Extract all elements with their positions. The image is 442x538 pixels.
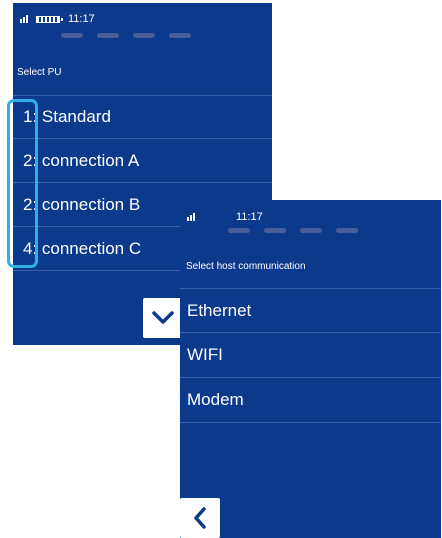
list-item-label: 2: connection B — [23, 194, 141, 214]
list-item-modem[interactable]: Modem — [180, 378, 441, 423]
back-button[interactable] — [180, 498, 220, 538]
page-dot — [133, 33, 155, 38]
status-bar: 11:17 — [187, 207, 263, 227]
select-host-screen: 11:17 Select host communication Ethernet… — [180, 200, 441, 538]
page-dot — [169, 33, 191, 38]
list-item[interactable]: 1: Standard — [13, 95, 272, 139]
list-item-label: 4: connection C — [23, 238, 142, 258]
page-dot — [264, 228, 286, 233]
status-time: 11:17 — [68, 13, 95, 25]
prompt-text: Select host communication — [186, 261, 306, 272]
signal-icon — [20, 15, 28, 23]
list-item[interactable]: 2: connection A — [13, 139, 272, 183]
page-dot — [300, 228, 322, 233]
prompt-text: Select PU — [17, 67, 62, 78]
list-item-wifi[interactable]: WIFI — [180, 333, 441, 378]
page-dot — [228, 228, 250, 233]
list-item-label: Ethernet — [187, 300, 252, 320]
chevron-down-icon — [151, 310, 175, 326]
page-indicator — [228, 228, 358, 233]
page-dot — [336, 228, 358, 233]
battery-icon — [36, 15, 63, 23]
list-item-label: Modem — [187, 390, 244, 409]
status-bar: 11:17 — [20, 9, 95, 29]
list-item-label: 2: connection A — [23, 150, 140, 170]
list-item-label: WIFI — [187, 345, 223, 364]
list-item-ethernet[interactable]: Ethernet — [180, 288, 441, 333]
status-time: 11:17 — [236, 211, 263, 223]
page-dot — [97, 33, 119, 38]
index-highlight — [7, 99, 38, 268]
signal-icon — [187, 213, 195, 221]
page-dot — [61, 33, 83, 38]
page-indicator — [61, 33, 191, 38]
chevron-left-icon — [192, 506, 208, 530]
scroll-down-button[interactable] — [143, 298, 183, 338]
